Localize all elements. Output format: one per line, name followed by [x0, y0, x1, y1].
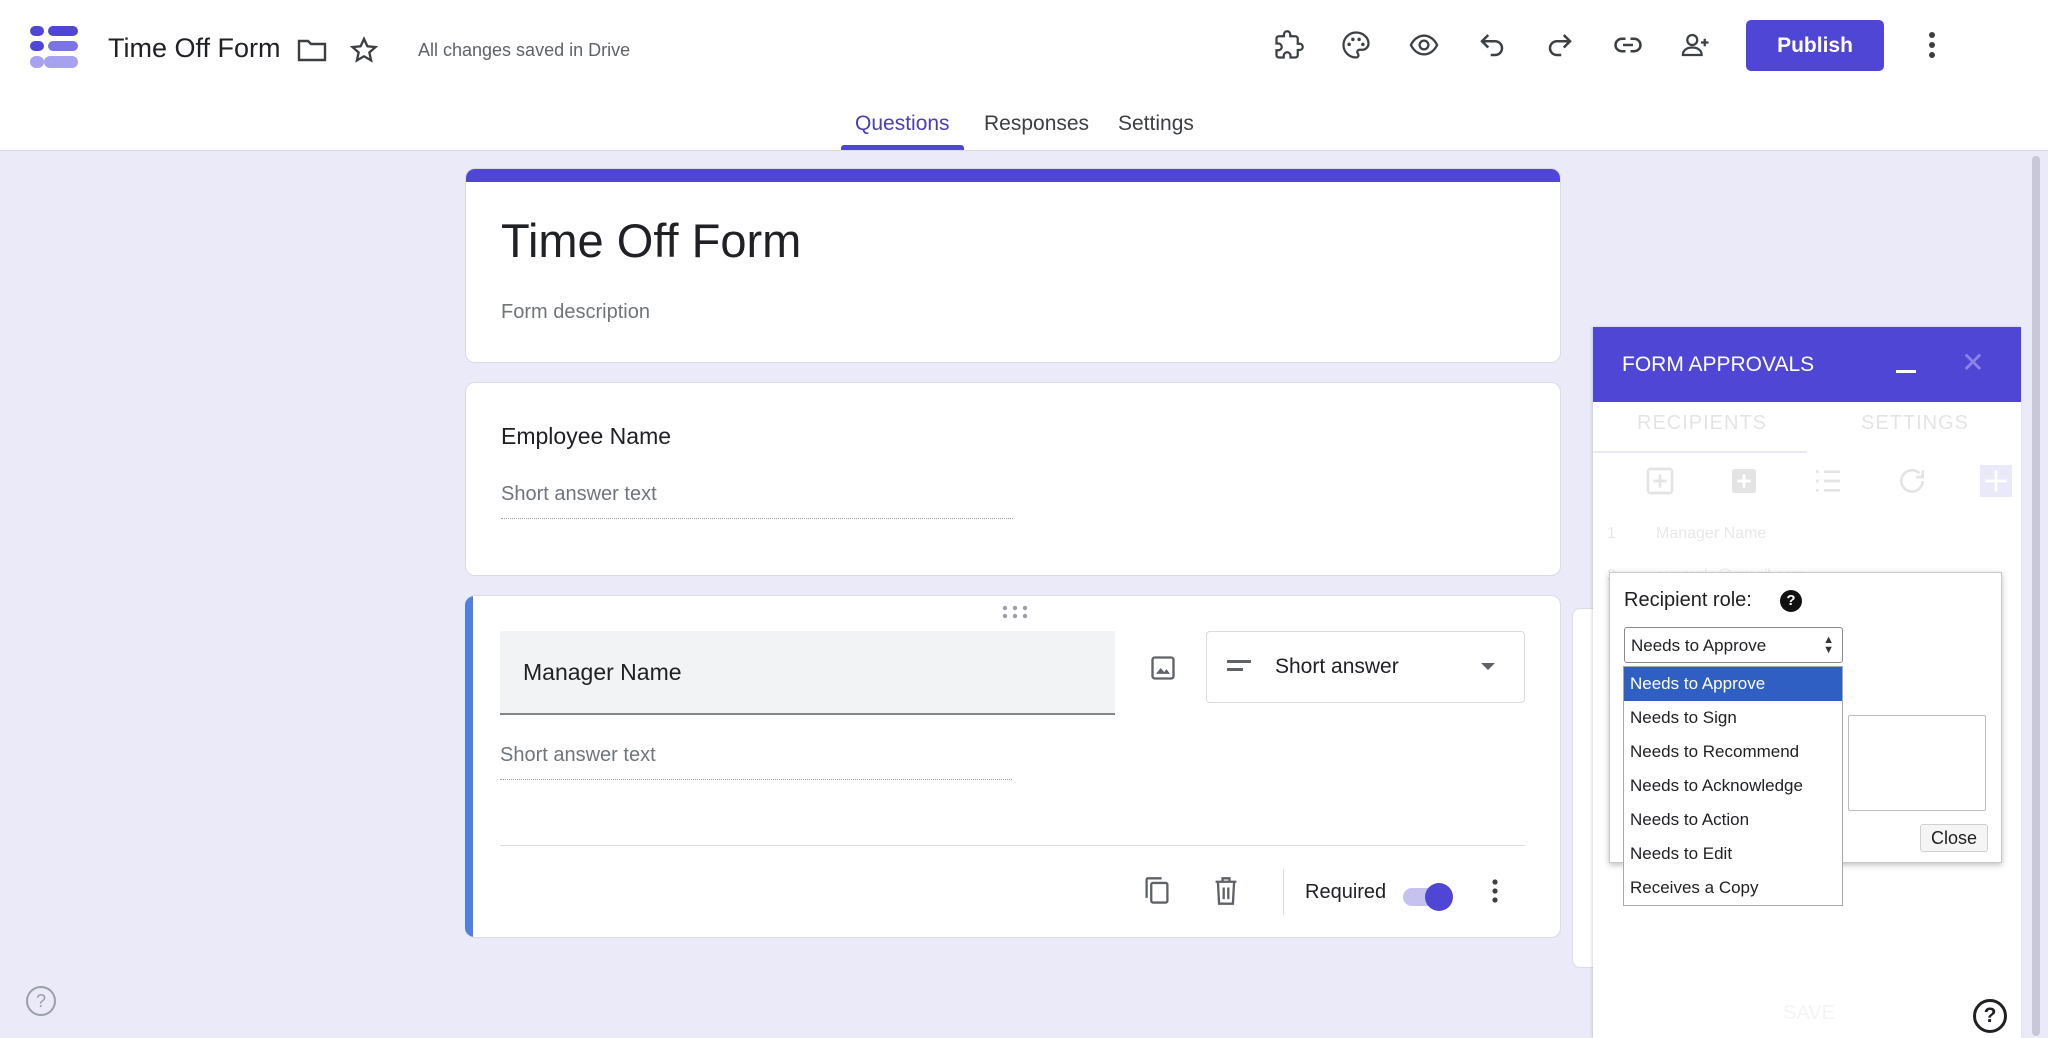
undo-icon[interactable]: [1472, 25, 1512, 65]
minimize-icon[interactable]: [1888, 347, 1924, 383]
panel-tab-indicator: [1593, 451, 1807, 453]
short-answer-placeholder: Short answer text: [501, 483, 1013, 519]
preview-icon[interactable]: [1404, 25, 1444, 65]
short-answer-placeholder: Short answer text: [500, 744, 1012, 780]
magic-icon[interactable]: [1980, 465, 2012, 497]
footer-divider: [1283, 869, 1284, 915]
delete-icon[interactable]: [1206, 871, 1246, 911]
required-label: Required: [1305, 881, 1387, 903]
recipient-role-label: Recipient role:: [1624, 589, 1752, 611]
tab-settings[interactable]: Settings: [1118, 112, 1194, 151]
chevron-down-icon: [1481, 663, 1495, 670]
recipient-value[interactable]: Manager Name: [1656, 525, 1766, 543]
question-type-label: Short answer: [1275, 655, 1399, 678]
panel-title: FORM APPROVALS: [1622, 353, 1815, 376]
select-arrows-icon: ▲ ▼: [1823, 634, 1834, 656]
page-scrollbar[interactable]: [2032, 156, 2040, 1036]
recipient-row[interactable]: 1 Manager Name: [1593, 513, 2021, 555]
question-title-input[interactable]: Manager Name: [500, 631, 1115, 715]
redo-icon[interactable]: [1540, 25, 1580, 65]
form-description-field[interactable]: Form description: [501, 301, 650, 324]
panel-toolbar: [1593, 457, 2021, 507]
role-option[interactable]: Receives a Copy: [1624, 871, 1842, 905]
role-option[interactable]: Needs to Acknowledge: [1624, 769, 1842, 803]
question-more-icon[interactable]: [1475, 871, 1515, 911]
role-help-icon[interactable]: ?: [1780, 590, 1802, 612]
palette-icon[interactable]: [1336, 25, 1376, 65]
panel-tab-settings[interactable]: SETTINGS: [1861, 412, 1969, 435]
recipient-role-select[interactable]: Needs to Approve ▲ ▼: [1624, 627, 1843, 663]
panel-header: FORM APPROVALS ✕: [1593, 327, 2021, 402]
star-icon[interactable]: [344, 30, 384, 70]
panel-tab-recipients[interactable]: RECIPIENTS: [1637, 412, 1767, 435]
form-tabs: Questions Responses Settings: [0, 112, 2048, 151]
tab-responses[interactable]: Responses: [984, 112, 1089, 151]
role-option[interactable]: Needs to Action: [1624, 803, 1842, 837]
panel-help-icon[interactable]: ?: [1973, 999, 2007, 1033]
app-header: Time Off Form All changes saved in Drive…: [0, 0, 2048, 151]
close-icon[interactable]: ✕: [1955, 345, 1991, 381]
add-collaborator-icon[interactable]: [1676, 25, 1716, 65]
forms-logo-icon[interactable]: [30, 24, 78, 72]
role-option[interactable]: Needs to Sign: [1624, 701, 1842, 735]
footer-divider-line: [500, 845, 1525, 846]
link-icon[interactable]: [1608, 25, 1648, 65]
role-select-value: Needs to Approve: [1631, 636, 1767, 655]
role-options-list: Needs to Approve Needs to Sign Needs to …: [1623, 666, 1843, 906]
role-option[interactable]: Needs to Edit: [1624, 837, 1842, 871]
duplicate-icon[interactable]: [1137, 871, 1177, 911]
toggle-knob: [1425, 883, 1453, 911]
question-type-dropdown[interactable]: Short answer: [1206, 631, 1525, 703]
drag-handle-icon[interactable]: [1001, 604, 1029, 620]
add-recipient-icon[interactable]: [1644, 465, 1676, 497]
folder-icon[interactable]: [292, 30, 332, 70]
refresh-icon[interactable]: [1896, 465, 1928, 497]
role-option[interactable]: Needs to Approve: [1624, 667, 1842, 701]
active-question-indicator: [465, 596, 473, 937]
publish-button[interactable]: Publish: [1746, 20, 1884, 71]
help-icon[interactable]: ?: [26, 986, 56, 1016]
recipient-number: 1: [1607, 525, 1616, 542]
saved-status: All changes saved in Drive: [418, 40, 631, 60]
close-button[interactable]: Close: [1920, 824, 1988, 852]
question-title: Employee Name: [501, 423, 672, 449]
add-field-icon[interactable]: [1728, 465, 1760, 497]
role-option[interactable]: Needs to Recommend: [1624, 735, 1842, 769]
list-order-icon[interactable]: [1812, 465, 1844, 497]
doc-title[interactable]: Time Off Form: [108, 33, 281, 64]
form-title-card[interactable]: Time Off Form Form description: [465, 168, 1561, 363]
question-card-manager-name[interactable]: Manager Name Short answer Short answer t…: [465, 595, 1561, 938]
short-answer-icon: [1227, 660, 1251, 671]
more-vert-icon[interactable]: [1912, 25, 1952, 65]
addons-icon[interactable]: [1269, 25, 1309, 65]
active-tab-indicator: [841, 145, 964, 150]
question-card-employee-name[interactable]: Employee Name Short answer text: [465, 382, 1561, 576]
form-title[interactable]: Time Off Form: [501, 213, 801, 268]
save-button[interactable]: SAVE: [1783, 1002, 1835, 1025]
add-image-icon[interactable]: [1143, 648, 1183, 688]
role-message-textarea[interactable]: [1848, 715, 1986, 811]
required-toggle[interactable]: [1403, 882, 1455, 912]
theme-bar: [466, 169, 1560, 182]
